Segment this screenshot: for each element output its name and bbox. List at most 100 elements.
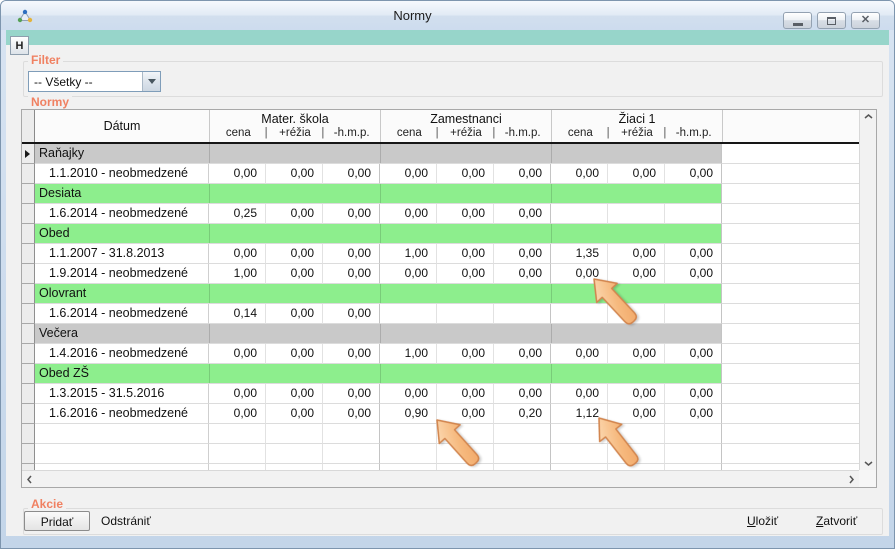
add-button[interactable]: Pridať — [24, 511, 90, 531]
table-row[interactable]: 1.9.2014 - neobmedzené1,000,000,000,000,… — [22, 264, 859, 284]
value-cell[interactable] — [494, 304, 551, 324]
value-cell[interactable]: 0,00 — [608, 344, 665, 364]
row-selector[interactable] — [22, 304, 35, 324]
value-cell[interactable] — [551, 204, 608, 224]
date-cell[interactable]: 1.6.2014 - neobmedzené — [35, 204, 209, 224]
value-cell[interactable]: 0,00 — [494, 264, 551, 284]
value-cell[interactable]: 0,20 — [494, 404, 551, 424]
row-selector[interactable] — [22, 444, 35, 464]
date-cell[interactable]: 1.4.2016 - neobmedzené — [35, 344, 209, 364]
value-cell[interactable]: 0,00 — [209, 244, 266, 264]
value-cell[interactable]: 0,00 — [323, 264, 380, 284]
scroll-right-icon[interactable] — [849, 475, 854, 484]
category-label[interactable]: Desiata — [35, 184, 722, 204]
table-row[interactable]: 1.6.2014 - neobmedzené0,250,000,000,000,… — [22, 204, 859, 224]
date-cell[interactable]: 1.1.2010 - neobmedzené — [35, 164, 209, 184]
value-cell[interactable]: 0,00 — [665, 264, 722, 284]
save-button[interactable]: Uložiť — [747, 513, 778, 529]
row-selector[interactable] — [22, 284, 35, 304]
value-cell[interactable]: 0,00 — [494, 384, 551, 404]
category-label[interactable]: Raňajky — [35, 144, 722, 164]
scroll-down-icon[interactable] — [864, 461, 873, 466]
date-cell[interactable]: 1.6.2014 - neobmedzené — [35, 304, 209, 324]
value-cell[interactable]: 0,00 — [266, 164, 323, 184]
value-cell[interactable] — [323, 444, 380, 464]
value-cell[interactable] — [494, 444, 551, 464]
table-row[interactable]: 1.1.2007 - 31.8.20130,000,000,001,000,00… — [22, 244, 859, 264]
maximize-button[interactable] — [817, 12, 846, 29]
value-cell[interactable]: 0,00 — [209, 164, 266, 184]
row-selector[interactable] — [22, 364, 35, 384]
value-cell[interactable]: 0,00 — [437, 264, 494, 284]
value-cell[interactable]: 0,00 — [437, 244, 494, 264]
category-row[interactable]: Desiata — [22, 184, 859, 204]
value-cell[interactable]: 0,90 — [380, 404, 437, 424]
value-cell[interactable]: 1,00 — [380, 244, 437, 264]
value-cell[interactable]: 0,00 — [665, 404, 722, 424]
value-cell[interactable]: 0,00 — [266, 304, 323, 324]
minimize-button[interactable] — [783, 12, 812, 29]
category-label[interactable]: Obed — [35, 224, 722, 244]
value-cell[interactable]: 0,00 — [266, 244, 323, 264]
value-cell[interactable]: 0,00 — [551, 384, 608, 404]
value-cell[interactable]: 0,00 — [266, 264, 323, 284]
value-cell[interactable] — [551, 444, 608, 464]
category-row[interactable]: Olovrant — [22, 284, 859, 304]
value-cell[interactable]: 0,25 — [209, 204, 266, 224]
row-selector[interactable] — [22, 404, 35, 424]
value-cell[interactable]: 0,00 — [380, 264, 437, 284]
value-cell[interactable]: 0,00 — [380, 204, 437, 224]
value-cell[interactable]: 1,00 — [209, 264, 266, 284]
value-cell[interactable]: 0,00 — [551, 344, 608, 364]
row-selector[interactable] — [22, 184, 35, 204]
value-cell[interactable]: 0,00 — [551, 164, 608, 184]
value-cell[interactable] — [494, 424, 551, 444]
scroll-up-icon[interactable] — [864, 114, 873, 119]
value-cell[interactable]: 0,00 — [266, 384, 323, 404]
h-button[interactable]: H — [10, 36, 29, 55]
value-cell[interactable]: 0,00 — [437, 164, 494, 184]
value-cell[interactable]: 0,00 — [608, 244, 665, 264]
value-cell[interactable] — [665, 444, 722, 464]
value-cell[interactable]: 0,00 — [665, 244, 722, 264]
value-cell[interactable]: 0,00 — [437, 204, 494, 224]
value-cell[interactable]: 0,00 — [608, 164, 665, 184]
category-row[interactable]: Obed — [22, 224, 859, 244]
value-cell[interactable]: 0,00 — [494, 164, 551, 184]
value-cell[interactable] — [209, 444, 266, 464]
value-cell[interactable]: 0,00 — [323, 344, 380, 364]
row-selector[interactable] — [22, 264, 35, 284]
value-cell[interactable]: 0,00 — [665, 164, 722, 184]
date-cell[interactable]: 1.1.2007 - 31.8.2013 — [35, 244, 209, 264]
value-cell[interactable] — [266, 424, 323, 444]
row-selector[interactable] — [22, 344, 35, 364]
row-selector[interactable] — [22, 424, 35, 444]
vertical-scrollbar[interactable] — [859, 110, 876, 470]
date-cell[interactable]: 1.6.2016 - neobmedzené — [35, 404, 209, 424]
value-cell[interactable]: 0,00 — [494, 244, 551, 264]
value-cell[interactable]: 0,00 — [209, 384, 266, 404]
close-dialog-button[interactable]: Zatvoriť — [816, 513, 857, 529]
value-cell[interactable] — [380, 304, 437, 324]
table-row[interactable]: 1.1.2010 - neobmedzené0,000,000,000,000,… — [22, 164, 859, 184]
value-cell[interactable]: 0,00 — [380, 164, 437, 184]
value-cell[interactable]: 0,00 — [380, 384, 437, 404]
value-cell[interactable] — [665, 304, 722, 324]
date-cell[interactable] — [35, 444, 209, 464]
row-selector[interactable] — [22, 324, 35, 344]
horizontal-scrollbar[interactable] — [22, 470, 859, 487]
value-cell[interactable]: 0,00 — [665, 344, 722, 364]
value-cell[interactable]: 0,00 — [266, 344, 323, 364]
value-cell[interactable] — [323, 424, 380, 444]
value-cell[interactable]: 0,00 — [323, 164, 380, 184]
date-cell[interactable]: 1.3.2015 - 31.5.2016 — [35, 384, 209, 404]
row-selector[interactable] — [22, 144, 35, 164]
date-cell[interactable]: 1.9.2014 - neobmedzené — [35, 264, 209, 284]
table-row[interactable]: 1.4.2016 - neobmedzené0,000,000,001,000,… — [22, 344, 859, 364]
row-selector[interactable] — [22, 224, 35, 244]
value-cell[interactable]: 0,00 — [323, 244, 380, 264]
row-selector[interactable] — [22, 244, 35, 264]
value-cell[interactable] — [380, 444, 437, 464]
category-row[interactable]: Večera — [22, 324, 859, 344]
value-cell[interactable]: 0,00 — [323, 384, 380, 404]
